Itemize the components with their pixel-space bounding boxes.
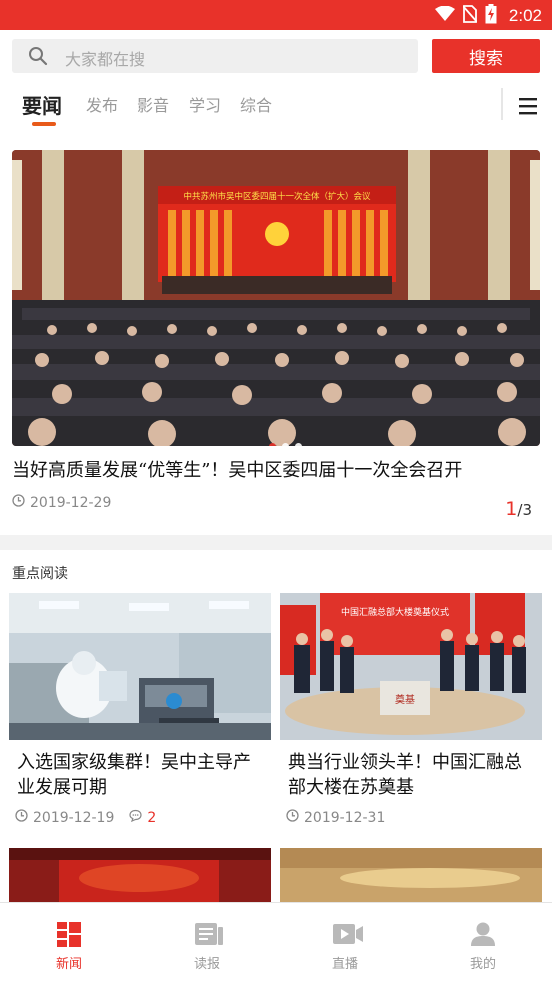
nav-news-label: 新闻 <box>55 957 82 972</box>
tab-general[interactable]: 综合 <box>240 92 272 116</box>
channel-tabs: 要闻 发布 影音 学习 综合 <box>0 82 500 130</box>
article-thumbnail[interactable]: 中国汇融总部大楼奠基仪式 奠基 <box>280 593 542 740</box>
nav-mine[interactable]: 我的 <box>414 903 552 982</box>
nav-mine-label: 我的 <box>469 957 496 972</box>
search-placeholder: 大家都在搜 <box>65 50 146 69</box>
video-camera-icon <box>332 921 364 951</box>
tab-study[interactable]: 学习 <box>189 92 221 116</box>
nav-newspaper[interactable]: 读报 <box>138 903 276 982</box>
slide-current: 1 <box>505 498 518 520</box>
article-title[interactable]: 入选国家级集群！吴中主导产业发展可期 <box>17 750 265 800</box>
tab-media[interactable]: 影音 <box>137 92 169 116</box>
article-date: 2019-12-19 <box>33 809 115 826</box>
news-grid-icon <box>56 921 82 951</box>
status-bar: 2:02 <box>0 0 552 30</box>
slide-counter: 1/3 <box>505 498 532 520</box>
article-thumbnail[interactable] <box>9 593 271 740</box>
newspaper-icon <box>194 921 224 951</box>
stage-banner-text: 中共苏州市吴中区委四届十一次全体（扩大）会议 <box>183 191 371 202</box>
article-meta: 2019-12-31 <box>286 809 385 826</box>
article-title[interactable]: 典当行业领头羊！中国汇融总部大楼在苏奠基 <box>288 750 536 800</box>
active-tab-indicator <box>32 122 56 126</box>
banner-title[interactable]: 当好高质量发展“优等生”！吴中区委四届十一次全会召开 <box>12 456 462 482</box>
section-title: 重点阅读 <box>12 566 68 582</box>
wifi-icon <box>434 5 455 26</box>
clock-icon <box>286 809 299 826</box>
article-card[interactable] <box>9 848 271 902</box>
bottom-navigation: 新闻 读报 直播 我的 <box>0 902 552 982</box>
carousel-dot-3[interactable] <box>295 443 302 446</box>
clock-icon <box>15 809 28 826</box>
search-input[interactable]: 大家都在搜 <box>12 39 418 73</box>
article-thumbnail[interactable] <box>9 848 271 902</box>
comment-count: 2 <box>147 809 157 826</box>
menu-icon[interactable] <box>517 97 539 119</box>
nav-live[interactable]: 直播 <box>276 903 414 982</box>
no-sim-icon <box>462 5 478 27</box>
tab-release[interactable]: 发布 <box>86 92 118 116</box>
ceremony-sign-text: 中国汇融总部大楼奠基仪式 <box>341 606 449 618</box>
carousel-dot-2[interactable] <box>282 443 289 446</box>
slide-total: /3 <box>517 501 532 519</box>
search-button[interactable]: 搜索 <box>432 39 540 73</box>
headline-carousel[interactable]: 中共苏州市吴中区委四届十一次全体（扩大）会议 当好高质量发展“优等生”！吴中区委… <box>0 130 552 535</box>
article-card[interactable]: 入选国家级集群！吴中主导产业发展可期 2019-12-19 2 <box>9 593 271 838</box>
article-card[interactable]: 中国汇融总部大楼奠基仪式 奠基 典当行业领头羊！中国汇融总部大楼在苏奠基 201… <box>280 593 542 838</box>
search-icon <box>28 46 48 70</box>
nav-live-label: 直播 <box>331 957 358 972</box>
nav-news[interactable]: 新闻 <box>0 903 138 982</box>
top-bar: 大家都在搜 搜索 要闻 发布 影音 学习 综合 <box>0 30 552 130</box>
battery-charging-icon <box>485 4 497 28</box>
featured-reading-section: 重点阅读 入选国家级集群！吴中主导产业发展可期 2019-12-19 2 中国汇… <box>0 550 552 902</box>
clock-icon <box>12 494 25 511</box>
article-thumbnail[interactable] <box>280 848 542 902</box>
carousel-dots <box>269 443 302 446</box>
tab-headlines[interactable]: 要闻 <box>22 90 62 119</box>
foundation-stone-text: 奠基 <box>395 693 415 706</box>
comment-icon <box>129 809 142 826</box>
article-date: 2019-12-31 <box>304 809 386 826</box>
article-card[interactable] <box>280 848 542 902</box>
person-icon <box>470 921 496 951</box>
tab-divider <box>501 88 503 120</box>
carousel-dot-1[interactable] <box>269 443 276 446</box>
banner-date-text: 2019-12-29 <box>30 494 112 511</box>
banner-image[interactable]: 中共苏州市吴中区委四届十一次全体（扩大）会议 <box>12 150 540 446</box>
banner-date: 2019-12-29 <box>12 494 111 511</box>
nav-newspaper-label: 读报 <box>193 957 220 972</box>
clock: 2:02 <box>508 6 542 25</box>
article-meta: 2019-12-19 2 <box>15 809 156 826</box>
